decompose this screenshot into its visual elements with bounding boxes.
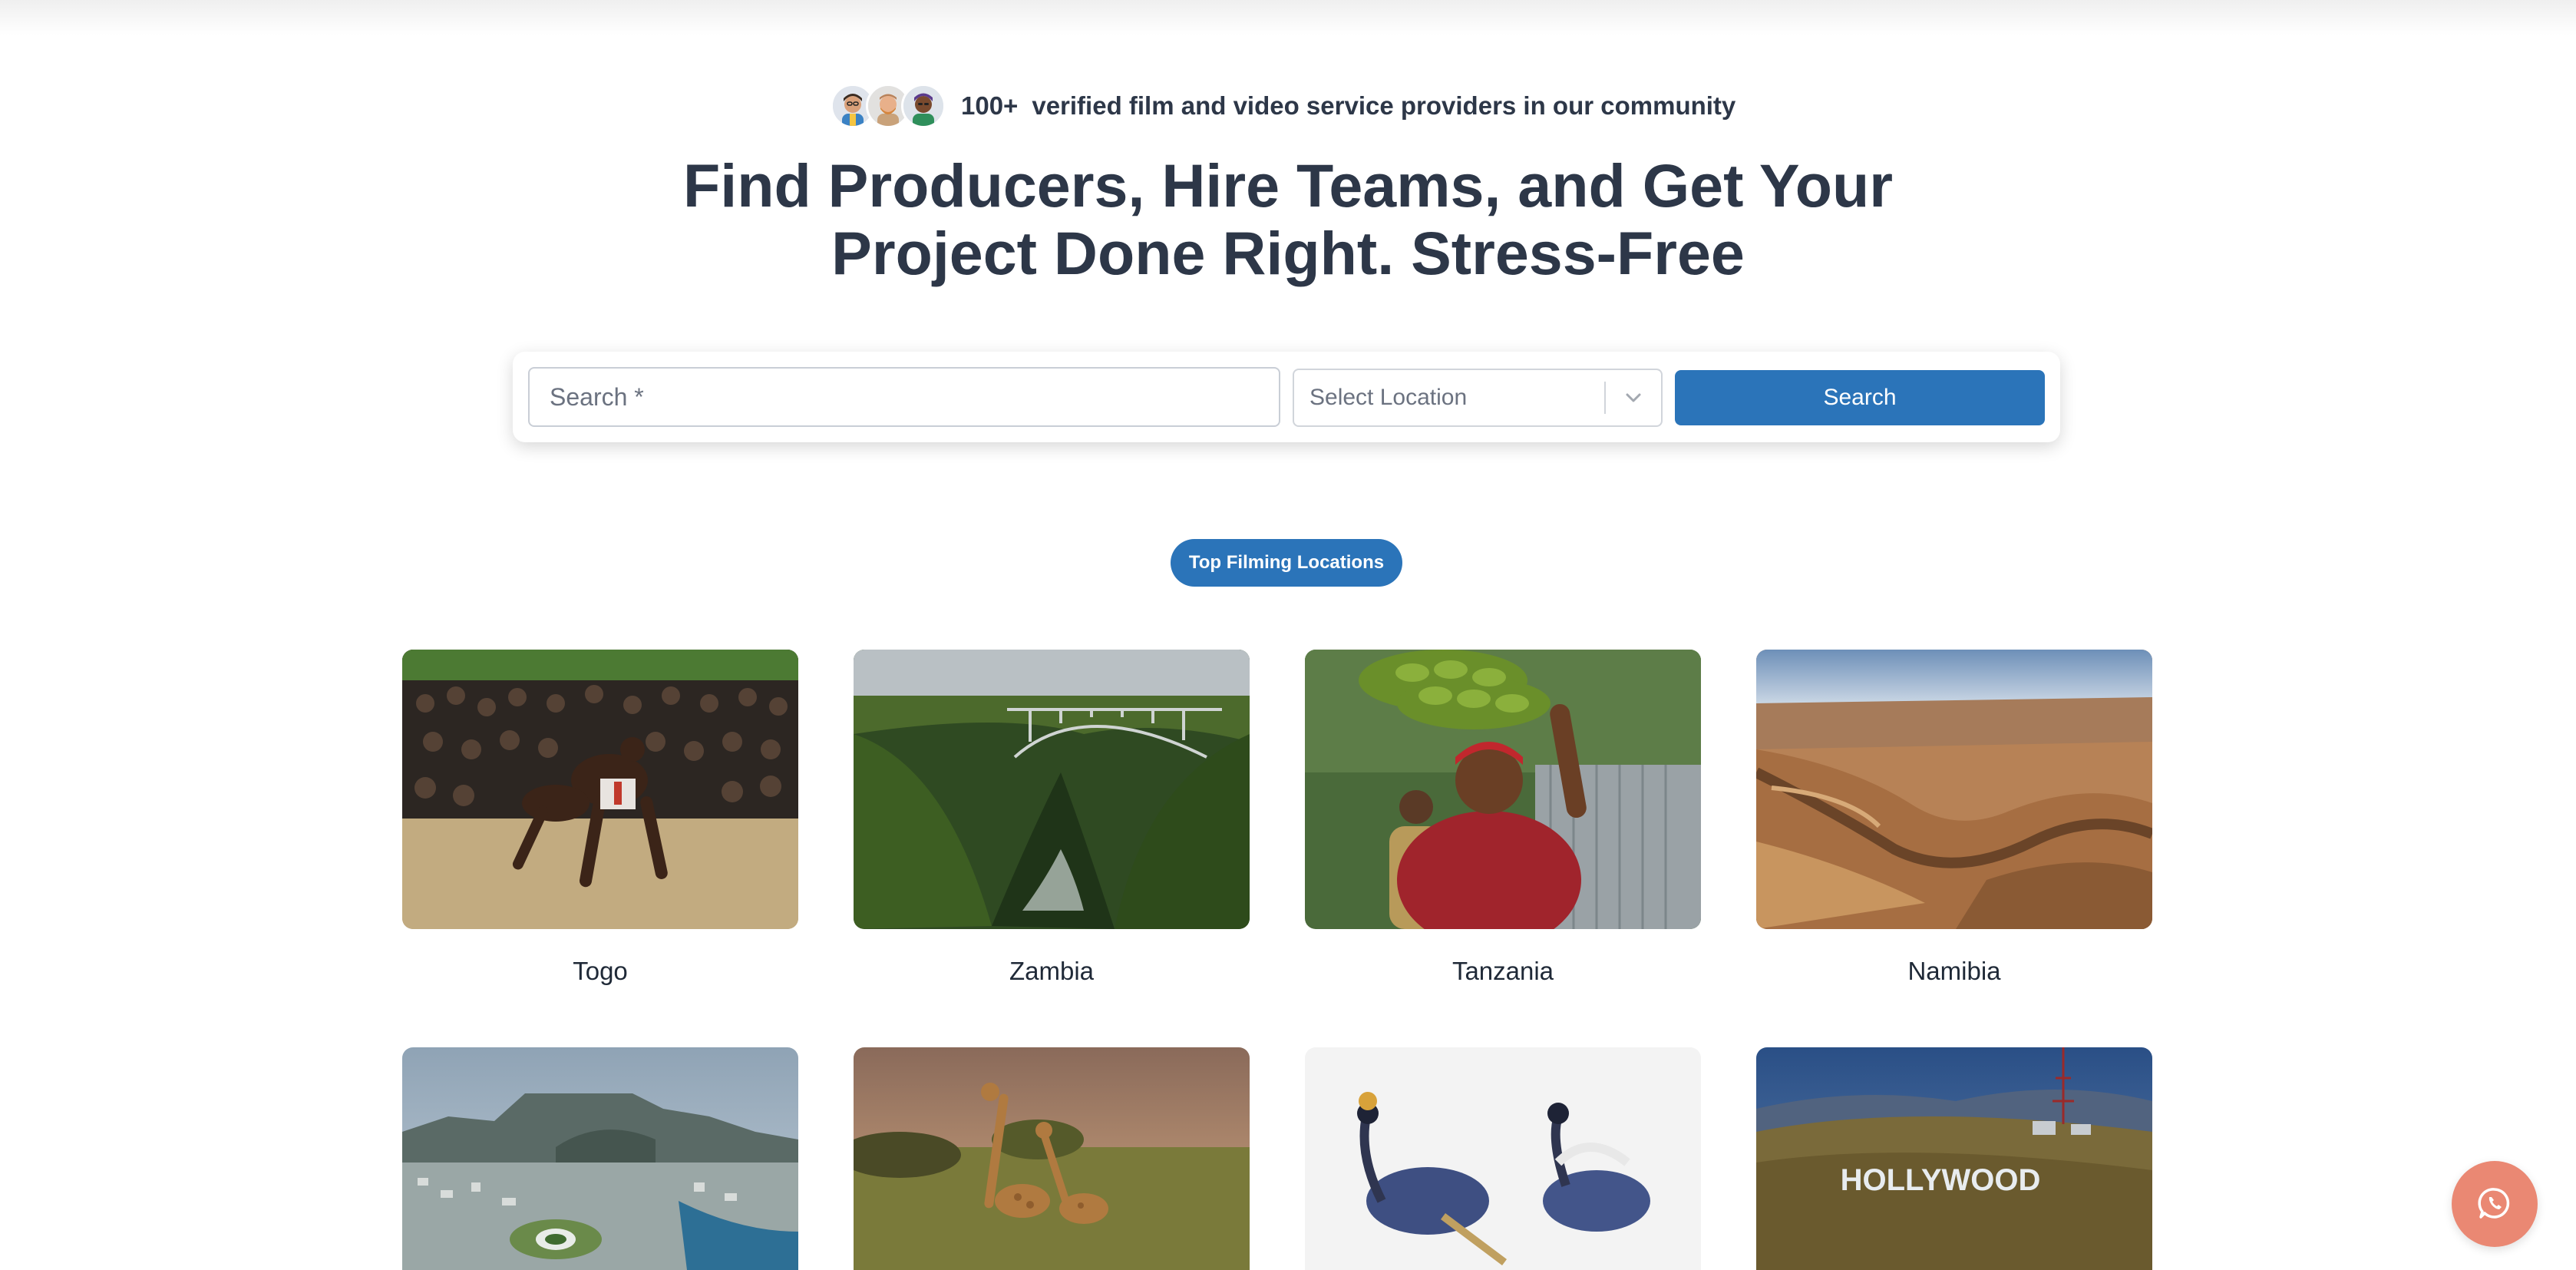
location-card-togo[interactable]: Togo — [402, 650, 798, 986]
location-image-tanzania[interactable] — [1305, 650, 1701, 929]
avatar-group — [831, 84, 946, 128]
landing-page: 100+ verified film and video service pro… — [0, 0, 2576, 1270]
search-button[interactable]: Search — [1675, 370, 2045, 425]
location-image-hollywood[interactable]: HOLLYWOOD — [1756, 1047, 2152, 1270]
location-card-hollywood[interactable]: HOLLYWOOD — [1756, 1047, 2152, 1270]
location-image-cranes[interactable] — [1305, 1047, 1701, 1270]
location-image-namibia[interactable] — [1756, 650, 2152, 929]
location-image-cape-town[interactable] — [402, 1047, 798, 1270]
location-card-zambia[interactable]: Zambia — [854, 650, 1250, 986]
location-image-togo[interactable] — [402, 650, 798, 929]
headline-line-2: Project Done Right. Stress-Free — [831, 219, 1745, 287]
headline-line-1: Find Producers, Hire Teams, and Get Your — [683, 151, 1893, 220]
header-shadow — [0, 0, 2576, 35]
location-card-savanna[interactable] — [854, 1047, 1250, 1270]
location-card-tanzania[interactable]: Tanzania — [1305, 650, 1701, 986]
whatsapp-icon — [2476, 1185, 2513, 1224]
avatar — [901, 84, 946, 128]
location-image-zambia[interactable] — [854, 650, 1250, 929]
location-name: Zambia — [1009, 957, 1095, 985]
community-text: verified film and video service provider… — [1032, 91, 1736, 120]
location-select[interactable]: Select Location — [1293, 369, 1663, 427]
search-input[interactable] — [528, 367, 1280, 427]
location-card-cranes[interactable] — [1305, 1047, 1701, 1270]
top-filming-locations-badge: Top Filming Locations — [1171, 539, 1402, 587]
page-title: Find Producers, Hire Teams, and Get Your… — [520, 152, 2056, 287]
search-panel: Select Location Search — [513, 352, 2060, 442]
whatsapp-chat-button[interactable] — [2452, 1161, 2538, 1247]
location-card-namibia[interactable]: Namibia — [1756, 650, 2152, 986]
chevron-down-icon[interactable] — [1606, 388, 1661, 408]
community-banner: 100+ verified film and video service pro… — [831, 81, 1735, 131]
community-count: 100+ — [961, 91, 1019, 120]
location-name: Namibia — [1907, 957, 2001, 985]
location-card-cape-town[interactable] — [402, 1047, 798, 1270]
location-image-savanna[interactable] — [854, 1047, 1250, 1270]
location-name: Togo — [573, 957, 628, 985]
hollywood-sign-text: HOLLYWOOD — [1841, 1163, 2041, 1197]
location-name: Tanzania — [1451, 957, 1554, 985]
location-select-label: Select Location — [1309, 385, 1468, 410]
